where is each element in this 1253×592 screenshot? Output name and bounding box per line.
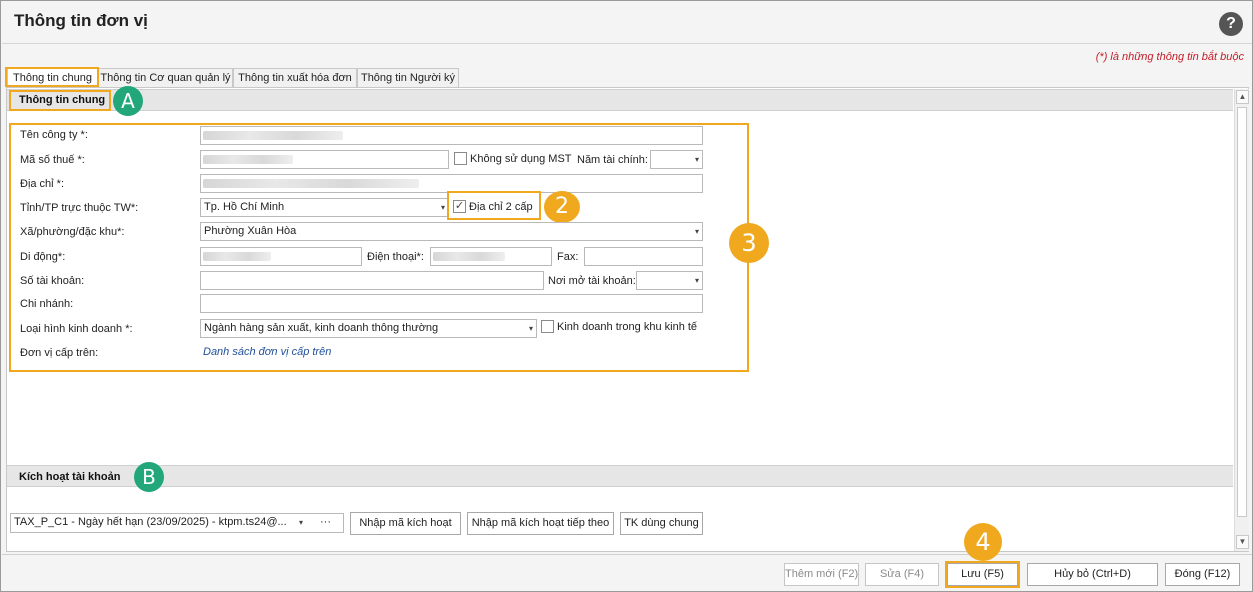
account-number-label: Số tài khoản:	[20, 275, 85, 287]
mobile-input[interactable]	[200, 247, 362, 266]
tax-code-input[interactable]	[200, 150, 449, 169]
cancel-button[interactable]: Hủy bỏ (Ctrl+D)	[1027, 563, 1158, 586]
ward-select[interactable]: Phường Xuân Hòa ▾	[200, 222, 703, 241]
callout-a-badge: A	[113, 86, 143, 116]
unit-info-window: Thông tin đơn vị ? (*) là những thông ti…	[0, 0, 1253, 592]
scroll-up-icon[interactable]: ▲	[1236, 90, 1249, 104]
phone-label: Điện thoại*:	[367, 251, 424, 263]
mobile-label: Di động*:	[20, 251, 66, 263]
bank-select[interactable]: ▾	[636, 271, 703, 290]
chevron-down-icon[interactable]: ▾	[441, 199, 445, 216]
tab-invoice-issuing[interactable]: Thông tin xuất hóa đơn	[233, 68, 357, 87]
callout-3-badge: 3	[729, 223, 769, 263]
shared-account-button[interactable]: TK dùng chung	[620, 512, 703, 535]
two-level-address-highlight	[447, 191, 541, 220]
tab-highlight	[5, 67, 99, 87]
tax-code-label: Mã số thuế *:	[20, 154, 85, 166]
address-label: Địa chỉ *:	[20, 178, 65, 190]
redacted-text	[203, 131, 343, 140]
province-value: Tp. Hồ Chí Minh	[204, 201, 285, 213]
callout-b-badge: B	[134, 462, 164, 492]
scroll-down-icon[interactable]: ▼	[1236, 535, 1249, 549]
tab-management-agency[interactable]: Thông tin Cơ quan quản lý	[98, 68, 233, 87]
economic-zone-checkbox[interactable]	[541, 320, 554, 333]
tab-signer[interactable]: Thông tin Người ký	[357, 68, 459, 87]
required-fields-note: (*) là những thông tin bắt buộc	[1095, 51, 1244, 63]
phone-input[interactable]	[430, 247, 552, 266]
fax-label: Fax:	[557, 251, 579, 263]
business-type-value: Ngành hàng sản xuất, kinh doanh thông th…	[204, 322, 439, 334]
redacted-text	[203, 155, 293, 164]
activation-section-header	[7, 465, 1233, 487]
no-tax-code-label: Không sử dụng MST	[470, 153, 572, 165]
callout-2-badge: 2	[544, 191, 580, 223]
chevron-down-icon[interactable]: ▾	[695, 223, 699, 240]
province-select[interactable]: Tp. Hồ Chí Minh ▾	[200, 198, 449, 217]
chevron-down-icon[interactable]: ▾	[529, 320, 533, 337]
redacted-text	[203, 252, 271, 261]
activation-section-title: Kích hoạt tài khoản	[19, 471, 121, 483]
general-section-header	[7, 89, 1233, 111]
help-icon[interactable]: ?	[1219, 12, 1243, 36]
parent-unit-link[interactable]: Danh sách đơn vị cấp trên	[203, 346, 331, 358]
edit-button[interactable]: Sửa (F4)	[865, 563, 939, 586]
ward-label: Xã/phường/đặc khu*:	[20, 226, 125, 238]
fax-input[interactable]	[584, 247, 703, 266]
enter-next-activation-code-button[interactable]: Nhập mã kích hoạt tiếp theo	[467, 512, 614, 535]
scroll-thumb[interactable]	[1237, 107, 1247, 517]
company-name-input[interactable]	[200, 126, 703, 145]
redacted-text	[203, 179, 419, 188]
close-button[interactable]: Đóng (F12)	[1165, 563, 1240, 586]
fiscal-year-label: Năm tài chính:	[577, 154, 648, 166]
license-value: TAX_P_C1 - Ngày hết hạn (23/09/2025) - k…	[14, 516, 287, 528]
more-options-icon[interactable]: ···	[320, 514, 331, 531]
fiscal-year-select[interactable]: ▾	[650, 150, 703, 169]
branch-input[interactable]	[200, 294, 703, 313]
general-title-highlight	[9, 90, 111, 111]
redacted-text	[433, 252, 505, 261]
callout-4-badge: 4	[964, 523, 1002, 561]
parent-unit-label: Đơn vị cấp trên:	[20, 347, 99, 359]
chevron-down-icon[interactable]: ▾	[299, 514, 303, 531]
vertical-scrollbar[interactable]: ▲ ▼	[1234, 89, 1249, 551]
province-label: Tỉnh/TP trực thuộc TW*:	[20, 202, 139, 214]
add-button[interactable]: Thêm mới (F2)	[784, 563, 859, 586]
company-name-label: Tên công ty *:	[20, 129, 88, 141]
title-bar: Thông tin đơn vị ?	[2, 2, 1252, 44]
business-type-label: Loại hình kinh doanh *:	[20, 323, 133, 335]
branch-label: Chi nhánh:	[20, 298, 74, 310]
economic-zone-label: Kinh doanh trong khu kinh tế	[557, 321, 698, 333]
window-title: Thông tin đơn vị	[14, 11, 148, 30]
ward-value: Phường Xuân Hòa	[204, 225, 297, 237]
business-type-select[interactable]: Ngành hàng sản xuất, kinh doanh thông th…	[200, 319, 537, 338]
license-select[interactable]: TAX_P_C1 - Ngày hết hạn (23/09/2025) - k…	[10, 513, 344, 533]
account-number-input[interactable]	[200, 271, 544, 290]
chevron-down-icon[interactable]: ▾	[695, 272, 699, 289]
no-tax-code-checkbox[interactable]	[454, 152, 467, 165]
enter-activation-code-button[interactable]: Nhập mã kích hoạt	[350, 512, 461, 535]
bank-label: Nơi mở tài khoản:	[548, 275, 636, 287]
save-highlight	[945, 561, 1020, 588]
chevron-down-icon[interactable]: ▾	[695, 151, 699, 168]
